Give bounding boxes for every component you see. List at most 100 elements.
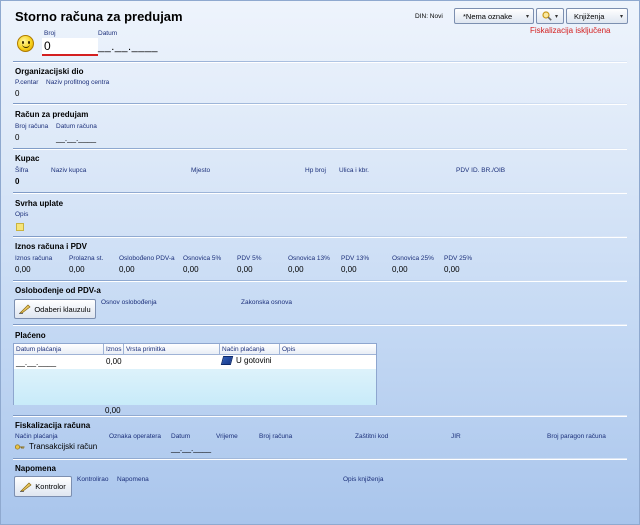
iznos-col-value: 0,00 [288,265,304,274]
col-opis[interactable]: Opis [280,344,376,355]
divider [13,61,627,63]
oznake-dropdown-value: *Nema oznake [463,11,513,21]
pen-check-icon [20,482,32,492]
key-icon [15,443,25,450]
divider [13,148,627,150]
divider [13,415,627,417]
section-iznos-title: Iznos računa i PDV [15,242,88,251]
row-nacin[interactable]: U gotovini [220,356,272,365]
table-row[interactable]: __.__.____ 0,00 U gotovini [14,355,376,369]
section-fiskalizacija-title: Fiskalizacija računa [15,421,91,430]
divider [13,324,627,326]
broj-racuna-value[interactable]: 0 [15,133,19,142]
col-nacin-placanja[interactable]: Način plaćanja [220,344,280,355]
iznos-col-label: Osnovica 13% [288,255,330,262]
divider [13,192,627,194]
placeno-table[interactable]: Datum plaćanja Iznos Vrsta primitka Nači… [13,343,377,405]
fisk-nacin-value[interactable]: Transakcijski račun [15,442,97,451]
page-title: Storno računa za predujam [15,9,183,24]
osnov-label: Osnov oslobođenja [101,299,157,306]
divider [13,236,627,238]
chevron-down-icon: ▾ [525,13,529,20]
row-datum[interactable]: __.__.____ [16,358,56,367]
note-icon[interactable] [16,223,24,231]
fiscal-status: Fiskalizacija isključena [530,26,611,35]
divider [13,103,627,105]
iznos-col-label: Osnovica 5% [183,255,222,262]
napomena-label: Napomena [117,476,149,483]
zakonska-label: Zakonska osnova [241,299,292,306]
knjizenja-button[interactable]: Knjiženja ▾ [566,8,628,24]
datum-label: Datum [98,30,118,37]
odaberi-klauzulu-button[interactable]: Odaberi klauzulu [14,299,96,319]
sifra-label: Šifra [15,167,29,174]
section-napomena-title: Napomena [15,464,56,473]
iznos-col-label: Prolazna st. [69,255,104,262]
ulica-label: Ulica i kbr. [339,167,369,174]
iznos-col-label: PDV 5% [237,255,262,262]
pdv-id-label: PDV ID. BR./OIB [456,167,506,174]
divider [13,280,627,282]
hp-broj-label: Hp broj [305,167,326,174]
iznos-col-value: 0,00 [392,265,408,274]
iznos-col-value: 0,00 [15,265,31,274]
iznos-col-value: 0,00 [69,265,85,274]
iznos-col-label: Osnovica 25% [392,255,434,262]
opis-knjizenja-label: Opis knjiženja [343,476,384,483]
din-label: DIN: Novi [415,13,443,20]
divider [13,458,627,460]
fisk-oznaka-label: Oznaka operatera [109,433,162,440]
oznake-dropdown[interactable]: *Nema oznake ▾ [454,8,534,24]
naziv-centra-label: Naziv profitnog centra [46,79,110,86]
fisk-datum-label: Datum [171,433,191,440]
section-organizacijski-title: Organizacijski dio [15,67,84,76]
storno-window: Storno računa za predujam DIN: Novi *Nem… [0,0,640,525]
naziv-kupca-label: Naziv kupca [51,167,87,174]
iznos-col-value: 0,00 [183,265,199,274]
kontrolor-button[interactable]: Kontrolor [14,476,72,497]
pcentar-value[interactable]: 0 [15,89,19,98]
fisk-jir-label: JIR [451,433,461,440]
datum-racuna-value[interactable]: __.__.____ [56,134,96,143]
mjesto-label: Mjesto [191,167,211,174]
iznos-col-value: 0,00 [237,265,253,274]
table-empty-area [14,369,376,405]
section-kupac-title: Kupac [15,154,40,163]
fisk-broj-label: Broj računa [259,433,293,440]
cash-icon [220,356,234,365]
broj-label: Broj [44,30,56,37]
iznos-col-label: Oslobođeno PDV-a [119,255,175,262]
fisk-nacin-text: Transakcijski račun [29,442,98,451]
iznos-col-value: 0,00 [341,265,357,274]
col-vrsta-primitka[interactable]: Vrsta primitka [124,344,220,355]
iznos-col-label: PDV 25% [444,255,473,262]
col-iznos[interactable]: Iznos [104,344,124,355]
pcentar-label: P.centar [15,79,39,86]
fisk-paragon-label: Broj paragon računa [547,433,606,440]
table-header: Datum plaćanja Iznos Vrsta primitka Nači… [14,344,376,355]
kontrolor-label: Kontrolor [35,482,66,491]
iznos-col-label: PDV 13% [341,255,370,262]
placeno-total: 0,00 [105,406,121,415]
knjizenja-label: Knjiženja [574,11,605,21]
smiley-icon [17,35,34,52]
datum-input[interactable]: __.__.____ [98,41,158,53]
row-iznos[interactable]: 0,00 [106,357,122,366]
pen-clause-icon [19,304,31,314]
col-datum-placanja[interactable]: Datum plaćanja [14,344,104,355]
odaberi-klauzulu-label: Odaberi klauzulu [34,304,91,314]
iznos-col-label: Iznos računa [15,255,53,262]
broj-input[interactable]: 0 [42,38,98,56]
datum-racuna-label: Datum računa [56,123,97,130]
search-dropdown-button[interactable]: ▾ [536,8,564,24]
sifra-value[interactable]: 0 [15,177,19,186]
iznos-col-value: 0,00 [119,265,135,274]
broj-racuna-label: Broj računa [15,123,49,130]
row-nacin-value: U gotovini [236,356,272,365]
fisk-vrijeme-label: Vrijeme [216,433,238,440]
fisk-datum-value: __.__.____ [171,444,212,453]
chevron-down-icon: ▾ [619,13,623,20]
section-racun-title: Račun za predujam [15,110,89,119]
chevron-down-icon: ▾ [554,13,558,20]
section-placeno-title: Plaćeno [15,331,46,340]
